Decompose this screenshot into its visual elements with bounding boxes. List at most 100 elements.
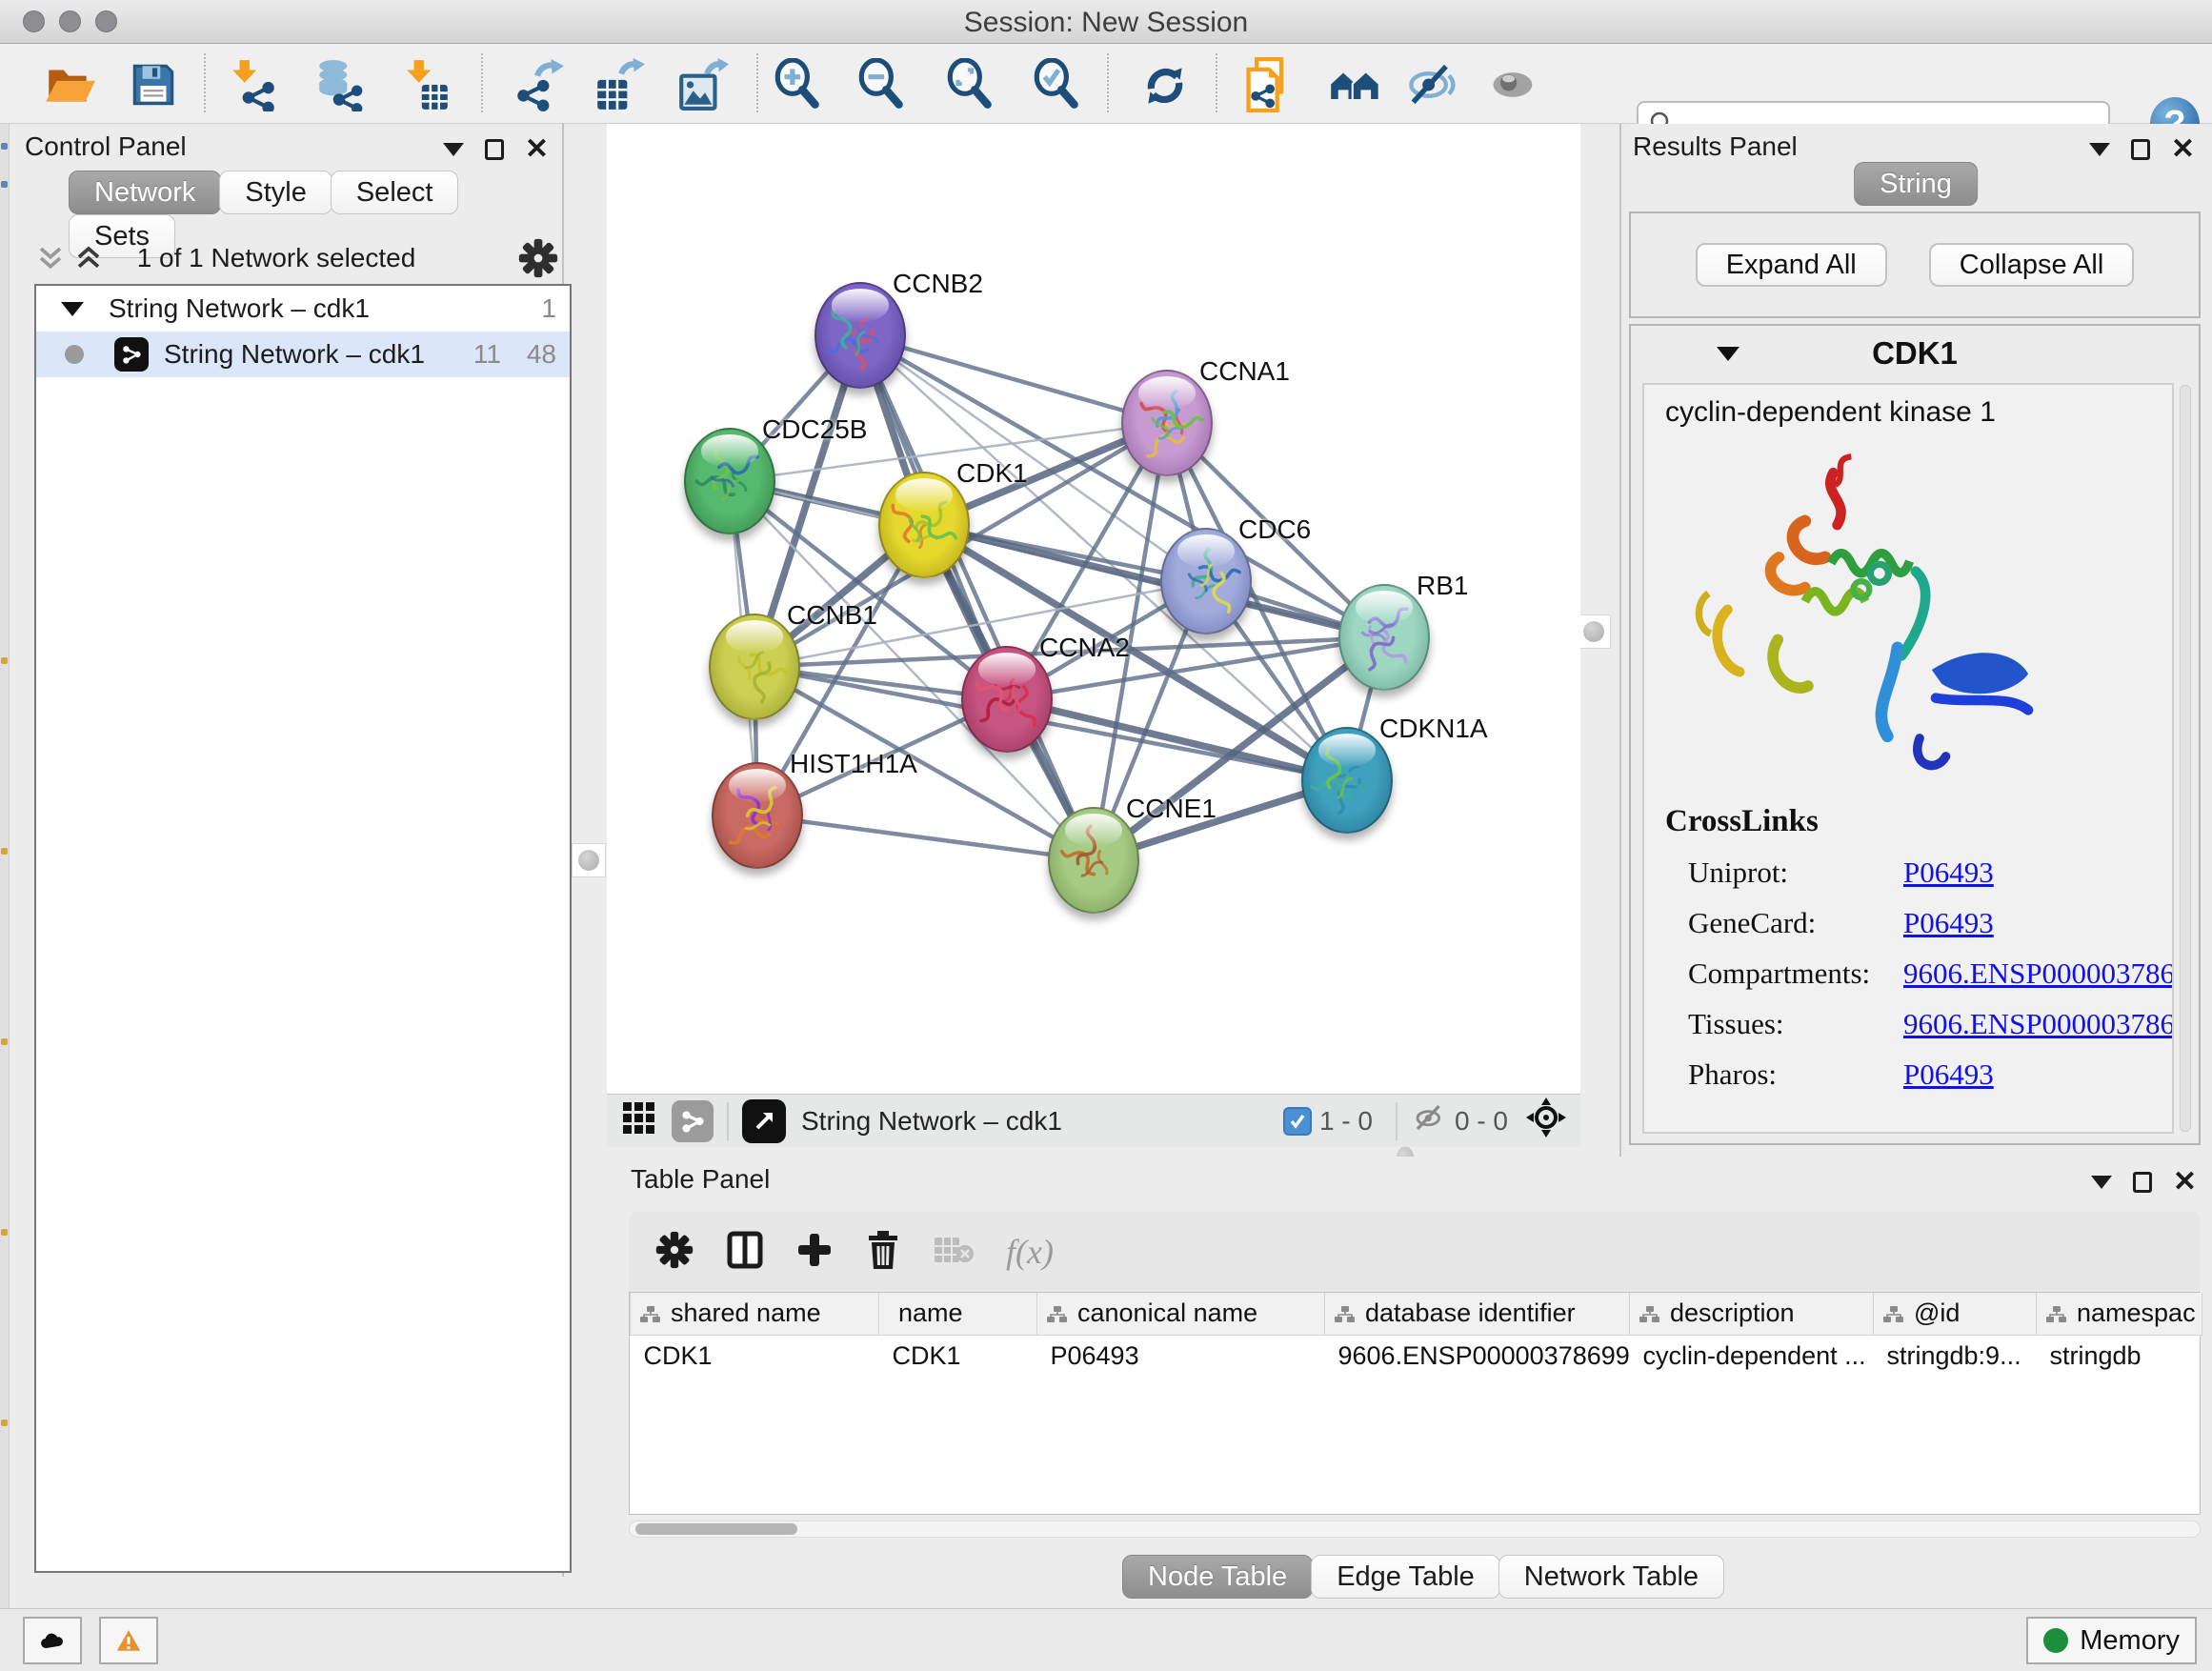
- network-options-gear-icon[interactable]: [518, 238, 558, 278]
- node-label-ccnb1: CCNB1: [787, 600, 877, 631]
- table-settings-gear-icon[interactable]: [655, 1231, 694, 1274]
- table-panel-title: Table Panel: [631, 1164, 770, 1195]
- table-cell[interactable]: stringdb:9...: [1874, 1335, 2037, 1377]
- warnings-button[interactable]: [99, 1617, 158, 1664]
- table-cell[interactable]: 9606.ENSP00000378699: [1325, 1335, 1630, 1377]
- scrollbar-thumb[interactable]: [635, 1523, 797, 1535]
- import-network-database-icon[interactable]: [311, 55, 370, 114]
- column-header-database-identifier[interactable]: database identifier: [1325, 1293, 1630, 1335]
- tab-style[interactable]: Style: [219, 171, 332, 214]
- table-cell[interactable]: cyclin-dependent ...: [1630, 1335, 1874, 1377]
- results-panel-maximize-icon[interactable]: [2131, 139, 2150, 160]
- collapse-all-button[interactable]: Collapse All: [1929, 243, 2135, 287]
- crosslink-link[interactable]: 9606.ENSP00000378699: [1903, 1007, 2174, 1041]
- node-label-cdk1: CDK1: [956, 458, 1028, 489]
- birds-eye-view-icon[interactable]: [742, 1099, 786, 1143]
- tab-select[interactable]: Select: [331, 171, 459, 214]
- results-scrollbar[interactable]: [2180, 385, 2191, 1132]
- tab-edge-table[interactable]: Edge Table: [1311, 1555, 1500, 1599]
- table-horizontal-scrollbar[interactable]: [629, 1520, 2201, 1538]
- table-panel-maximize-icon[interactable]: [2133, 1172, 2152, 1193]
- column-header-canonical-name[interactable]: canonical name: [1037, 1293, 1325, 1335]
- selected-checkbox-icon[interactable]: [1283, 1107, 1312, 1136]
- control-panel-float-icon[interactable]: [443, 143, 464, 156]
- column-header-shared-name[interactable]: shared name: [631, 1293, 879, 1335]
- expand-all-button[interactable]: Expand All: [1696, 243, 1887, 287]
- cloud-tasks-button[interactable]: [23, 1617, 82, 1664]
- clear-table-icon[interactable]: [934, 1234, 974, 1271]
- left-splitter-handle[interactable]: [572, 843, 606, 877]
- export-network-icon[interactable]: [509, 55, 568, 114]
- crosslink-link[interactable]: 9606.ENSP00000378699: [1903, 956, 2174, 991]
- collapse-card-icon[interactable]: [1717, 347, 1739, 361]
- string-home-icon[interactable]: [1326, 55, 1385, 114]
- hidden-node-edge-count: 0 - 0: [1455, 1106, 1508, 1137]
- protein-result-card: CDK1 cyclin-dependent kinase 1: [1629, 324, 2201, 1145]
- column-header-description[interactable]: description: [1630, 1293, 1874, 1335]
- hidden-eye-slash-icon[interactable]: [1411, 1099, 1447, 1142]
- column-type-icon: [1883, 1306, 1904, 1323]
- node-highlight: [832, 289, 890, 322]
- node-table[interactable]: shared namenamecanonical namedatabase id…: [629, 1292, 2201, 1515]
- import-table-file-icon[interactable]: [397, 55, 456, 114]
- zoom-fit-icon[interactable]: [940, 55, 999, 114]
- save-session-icon[interactable]: [124, 55, 183, 114]
- control-panel-maximize-icon[interactable]: [485, 139, 504, 160]
- toolbar-separator: [756, 53, 758, 112]
- crosslink-label: Uniprot:: [1665, 856, 1903, 890]
- results-panel-title: Results Panel: [1633, 131, 1798, 162]
- results-panel-float-icon[interactable]: [2089, 143, 2110, 156]
- protein-card-header[interactable]: CDK1: [1631, 326, 2199, 381]
- table-row[interactable]: CDK1CDK1P064939606.ENSP00000378699cyclin…: [631, 1335, 2202, 1377]
- export-image-icon[interactable]: [673, 55, 732, 114]
- results-panel-close-icon[interactable]: ✕: [2171, 135, 2195, 164]
- crosslink-link[interactable]: P06493: [1903, 856, 1994, 890]
- column-header--id[interactable]: @id: [1874, 1293, 2037, 1335]
- table-cell[interactable]: stringdb: [2037, 1335, 2202, 1377]
- table-cell[interactable]: P06493: [1037, 1335, 1325, 1377]
- network-canvas[interactable]: CCNB2CCNA1CDC25BCDK1CDC6RB1CCNB1CCNA2CDK…: [607, 124, 1580, 1094]
- tab-network-table[interactable]: Network Table: [1498, 1555, 1724, 1599]
- memory-button[interactable]: Memory: [2026, 1617, 2197, 1664]
- function-builder-icon[interactable]: f(x): [1006, 1232, 1054, 1272]
- application-window: Session: New Session: [0, 0, 2212, 1671]
- show-column-icon[interactable]: [726, 1231, 764, 1274]
- table-cell[interactable]: CDK1: [879, 1335, 1037, 1377]
- fit-selected-crosshair-icon[interactable]: [1525, 1097, 1567, 1145]
- node-label-ccna2: CCNA2: [1039, 633, 1130, 663]
- network-row[interactable]: String Network – cdk1 11 48: [36, 332, 570, 377]
- tab-node-table[interactable]: Node Table: [1122, 1555, 1313, 1599]
- results-panel: Results Panel ✕ String Expand All Collap…: [1619, 124, 2212, 1157]
- zoom-selected-icon[interactable]: [1027, 55, 1086, 114]
- clone-network-icon[interactable]: [1238, 55, 1297, 114]
- table-panel-float-icon[interactable]: [2091, 1176, 2112, 1189]
- network-collection-row[interactable]: String Network – cdk1 1: [36, 286, 570, 332]
- control-panel-close-icon[interactable]: ✕: [525, 135, 549, 164]
- table-cell[interactable]: CDK1: [631, 1335, 879, 1377]
- column-type-icon: [1047, 1306, 1068, 1323]
- node-label-ccna1: CCNA1: [1199, 356, 1290, 387]
- zoom-in-icon[interactable]: [768, 55, 827, 114]
- zoom-out-icon[interactable]: [852, 55, 911, 114]
- crosslink-link[interactable]: P06493: [1903, 906, 1994, 940]
- crosslink-link[interactable]: P06493: [1903, 1057, 1994, 1092]
- delete-column-trash-icon[interactable]: [865, 1231, 901, 1274]
- import-network-file-icon[interactable]: [223, 55, 282, 114]
- selected-node-edge-count: 1 - 0: [1319, 1106, 1373, 1137]
- tree-expand-icon[interactable]: [61, 302, 84, 316]
- refresh-icon[interactable]: [1136, 55, 1195, 114]
- show-hide-graphics-icon[interactable]: [1404, 55, 1463, 114]
- export-table-icon[interactable]: [589, 55, 648, 114]
- network-view-icon[interactable]: [672, 1100, 714, 1142]
- eye-icon[interactable]: [1484, 55, 1543, 114]
- right-splitter-handle[interactable]: [1577, 614, 1611, 649]
- table-panel-close-icon[interactable]: ✕: [2173, 1168, 2197, 1197]
- tab-network[interactable]: Network: [69, 171, 221, 214]
- table-tabs: Node TableEdge TableNetwork Table: [1124, 1555, 1724, 1599]
- column-header-namespac[interactable]: namespac: [2037, 1293, 2202, 1335]
- tab-string[interactable]: String: [1854, 162, 1978, 206]
- open-session-icon[interactable]: [40, 55, 99, 114]
- grid-mode-icon[interactable]: [622, 1101, 654, 1140]
- column-header-name[interactable]: name: [879, 1293, 1037, 1335]
- create-column-icon[interactable]: [796, 1232, 833, 1273]
